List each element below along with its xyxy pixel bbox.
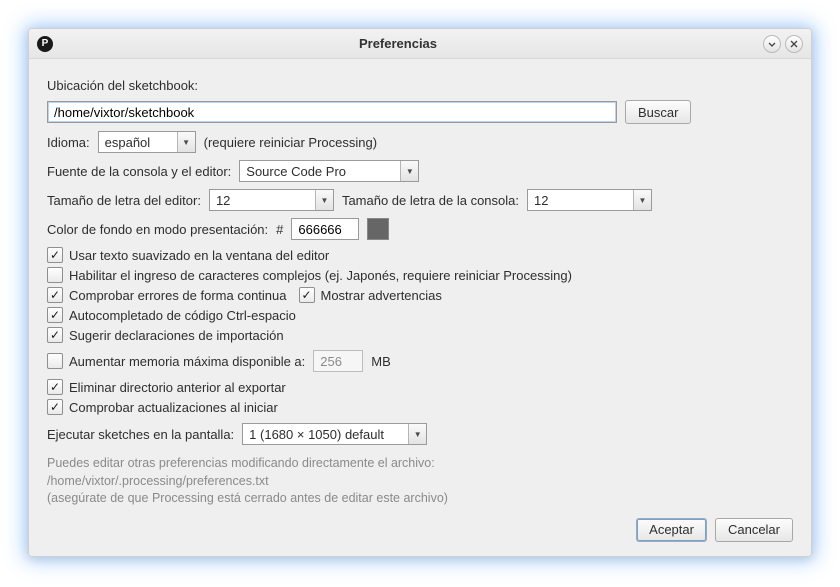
language-select[interactable]: español ▼ — [98, 131, 196, 153]
max-memory-label: Aumentar memoria máxima disponible a: — [69, 354, 305, 369]
font-select[interactable]: Source Code Pro ▼ — [239, 160, 419, 182]
titlebar: P Preferencias — [29, 29, 811, 59]
smooth-text-checkbox[interactable]: ✓ Usar texto suavizado en la ventana del… — [47, 247, 329, 263]
font-label: Fuente de la consola y el editor: — [47, 164, 231, 179]
window-title: Preferencias — [37, 36, 759, 51]
sketchbook-path-input[interactable] — [47, 101, 617, 123]
smooth-text-label: Usar texto suavizado en la ventana del e… — [69, 248, 329, 263]
display-label: Ejecutar sketches en la pantalla: — [47, 427, 234, 442]
bgcolor-input[interactable] — [291, 218, 359, 240]
bgcolor-swatch[interactable] — [367, 218, 389, 240]
bgcolor-label: Color de fondo en modo presentación: — [47, 222, 268, 237]
complex-input-label: Habilitar el ingreso de caracteres compl… — [69, 268, 572, 283]
console-size-label: Tamaño de letra de la consola: — [342, 193, 519, 208]
close-button[interactable] — [785, 35, 803, 53]
footer-line3: (asegúrate de que Processing está cerrad… — [47, 490, 793, 508]
minimize-button[interactable] — [763, 35, 781, 53]
check-icon: ✓ — [299, 287, 315, 303]
check-updates-label: Comprobar actualizaciones al iniciar — [69, 400, 278, 415]
delete-previous-checkbox[interactable]: ✓ Eliminar directorio anterior al export… — [47, 379, 286, 395]
sketchbook-location-label: Ubicación del sketchbook: — [47, 78, 198, 93]
checkbox-empty-icon — [47, 353, 63, 369]
delete-previous-label: Eliminar directorio anterior al exportar — [69, 380, 286, 395]
autocomplete-checkbox[interactable]: ✓ Autocompletado de código Ctrl-espacio — [47, 307, 296, 323]
console-size-select[interactable]: 12 ▼ — [527, 189, 652, 211]
editor-size-value: 12 — [210, 193, 315, 208]
complex-input-checkbox[interactable]: Habilitar el ingreso de caracteres compl… — [47, 267, 572, 283]
console-size-value: 12 — [528, 193, 633, 208]
footer-note: Puedes editar otras preferencias modific… — [47, 455, 793, 508]
show-warnings-checkbox[interactable]: ✓ Mostrar advertencias — [299, 287, 442, 303]
display-select[interactable]: 1 (1680 × 1050) default ▼ — [242, 423, 427, 445]
chevron-down-icon: ▼ — [177, 132, 195, 152]
chevron-down-icon: ▼ — [400, 161, 418, 181]
check-icon: ✓ — [47, 379, 63, 395]
language-value: español — [99, 135, 177, 150]
browse-button[interactable]: Buscar — [625, 100, 691, 124]
editor-size-label: Tamaño de letra del editor: — [47, 193, 201, 208]
chevron-down-icon: ▼ — [408, 424, 426, 444]
check-icon: ✓ — [47, 307, 63, 323]
continuous-errors-checkbox[interactable]: ✓ Comprobar errores de forma continua — [47, 287, 287, 303]
show-warnings-label: Mostrar advertencias — [321, 288, 442, 303]
check-icon: ✓ — [47, 399, 63, 415]
check-icon: ✓ — [47, 327, 63, 343]
preferences-dialog: P Preferencias Ubicación del sketchbook:… — [28, 28, 812, 557]
editor-size-select[interactable]: 12 ▼ — [209, 189, 334, 211]
memory-unit: MB — [371, 354, 391, 369]
ok-button[interactable]: Aceptar — [636, 518, 707, 542]
check-updates-checkbox[interactable]: ✓ Comprobar actualizaciones al iniciar — [47, 399, 278, 415]
memory-input — [313, 350, 363, 372]
language-hint: (requiere reiniciar Processing) — [204, 135, 377, 150]
footer-line1: Puedes editar otras preferencias modific… — [47, 455, 793, 473]
check-icon: ✓ — [47, 287, 63, 303]
chevron-down-icon: ▼ — [315, 190, 333, 210]
max-memory-checkbox[interactable]: Aumentar memoria máxima disponible a: — [47, 353, 305, 369]
import-suggest-checkbox[interactable]: ✓ Sugerir declaraciones de importación — [47, 327, 284, 343]
continuous-errors-label: Comprobar errores de forma continua — [69, 288, 287, 303]
import-suggest-label: Sugerir declaraciones de importación — [69, 328, 284, 343]
cancel-button[interactable]: Cancelar — [715, 518, 793, 542]
chevron-down-icon: ▼ — [633, 190, 651, 210]
font-value: Source Code Pro — [240, 164, 400, 179]
language-label: Idioma: — [47, 135, 90, 150]
footer-line2: /home/vixtor/.processing/preferences.txt — [47, 473, 793, 491]
dialog-content: Ubicación del sketchbook: Buscar Idioma:… — [29, 59, 811, 556]
check-icon: ✓ — [47, 247, 63, 263]
hash-symbol: # — [276, 222, 283, 237]
autocomplete-label: Autocompletado de código Ctrl-espacio — [69, 308, 296, 323]
checkbox-empty-icon — [47, 267, 63, 283]
display-value: 1 (1680 × 1050) default — [243, 427, 408, 442]
